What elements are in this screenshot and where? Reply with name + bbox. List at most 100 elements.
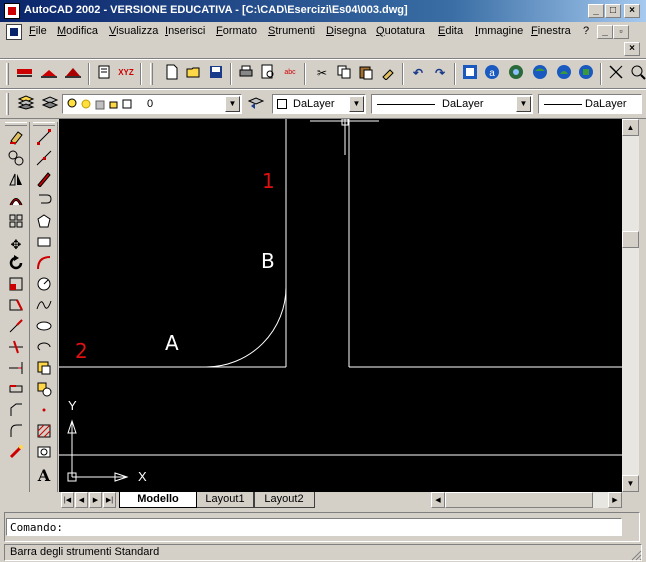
offset-icon[interactable] <box>5 192 27 213</box>
point-icon[interactable] <box>33 402 55 423</box>
new-icon[interactable] <box>162 64 182 84</box>
menu-modifica[interactable]: Modifica <box>57 25 98 37</box>
circle-icon[interactable] <box>33 276 55 297</box>
menu-quotatura[interactable]: Quotatura <box>376 25 425 37</box>
line-icon[interactable] <box>33 129 55 150</box>
network-icon[interactable] <box>576 64 596 84</box>
document-icon[interactable] <box>6 24 22 40</box>
make-object-layer-current-icon[interactable] <box>40 94 60 114</box>
revision-cloud-icon[interactable] <box>33 339 55 360</box>
menu-file[interactable]: File <box>29 25 47 37</box>
array-icon[interactable] <box>5 213 27 234</box>
draw-order-icon[interactable] <box>15 64 35 84</box>
open-icon[interactable] <box>184 64 204 84</box>
internet-icon[interactable] <box>530 64 550 84</box>
layers-icon[interactable] <box>16 94 36 114</box>
hatch-icon[interactable] <box>33 423 55 444</box>
scroll-left-button[interactable]: ◀ <box>431 492 445 508</box>
extend-icon[interactable] <box>5 360 27 381</box>
minimize-window-button[interactable]: _ <box>588 4 604 18</box>
autocad-app-icon[interactable] <box>4 3 20 19</box>
hyperlink-icon[interactable] <box>460 64 480 84</box>
today-icon[interactable]: a <box>482 64 502 84</box>
menu-formato[interactable]: Formato <box>216 25 257 37</box>
construction-line-icon[interactable] <box>33 150 55 171</box>
redo-icon[interactable]: ↷ <box>430 64 450 84</box>
menu-help[interactable]: ? <box>583 25 589 37</box>
lengthen-icon[interactable] <box>5 318 27 339</box>
menu-immagine[interactable]: Immagine <box>475 25 523 37</box>
menu-visualizza[interactable]: Visualizza <box>109 25 158 37</box>
layer-previous-icon[interactable] <box>246 94 266 114</box>
fillet-icon[interactable] <box>5 423 27 444</box>
layer-tool-icon[interactable] <box>39 64 59 84</box>
tab-layout2[interactable]: Layout2 <box>253 492 315 508</box>
make-block-icon[interactable] <box>33 381 55 402</box>
stretch-icon[interactable] <box>5 297 27 318</box>
polyline-icon[interactable] <box>33 171 55 192</box>
tab-modello[interactable]: Modello <box>119 492 197 508</box>
toolbar-grip[interactable] <box>5 122 27 126</box>
maximize-window-button[interactable]: □ <box>605 4 621 18</box>
undo-icon[interactable]: ↶ <box>408 64 428 84</box>
rectangle-icon[interactable] <box>33 213 55 234</box>
layer-previous-icon[interactable] <box>63 64 83 84</box>
paste-icon[interactable] <box>356 64 376 84</box>
scroll-down-button[interactable]: ▼ <box>622 475 639 492</box>
command-line-input[interactable]: Comando: <box>6 518 622 536</box>
arc-icon[interactable] <box>33 255 55 276</box>
cursor-icon[interactable] <box>606 64 626 84</box>
toolbar-grip[interactable] <box>150 63 153 85</box>
next-tab-button[interactable]: ▶ <box>89 492 102 508</box>
document-restore-button[interactable]: ▫ <box>613 25 629 39</box>
ellipse-icon[interactable] <box>33 318 55 339</box>
menu-finestra[interactable]: Finestra <box>531 25 571 37</box>
explode-icon[interactable] <box>5 444 27 465</box>
menu-edita[interactable]: Edita <box>438 25 463 37</box>
drawing-svg[interactable] <box>59 119 622 492</box>
scroll-up-button[interactable]: ▲ <box>622 119 639 136</box>
document-minimize-button[interactable]: _ <box>597 25 613 39</box>
linetype-control-dropdown[interactable]: DaLayer ▼ <box>371 94 533 114</box>
menu-strumenti[interactable]: Strumenti <box>268 25 315 37</box>
menu-disegna[interactable]: Disegna <box>326 25 366 37</box>
move-icon[interactable]: ✥ <box>5 234 27 255</box>
menu-inserisci[interactable]: Inserisci <box>165 25 205 37</box>
toolbar-grip[interactable] <box>33 122 55 126</box>
chamfer-icon[interactable] <box>5 402 27 423</box>
publish-icon[interactable] <box>554 64 574 84</box>
last-tab-button[interactable]: ▶| <box>103 492 116 508</box>
copy-icon[interactable] <box>334 64 354 84</box>
print-preview-icon[interactable] <box>258 64 278 84</box>
copy-object-icon[interactable] <box>5 150 27 171</box>
spline-icon[interactable] <box>33 297 55 318</box>
print-icon[interactable] <box>236 64 256 84</box>
zoom-realtime-icon[interactable] <box>628 64 646 84</box>
save-icon[interactable] <box>206 64 226 84</box>
tab-layout1[interactable]: Layout1 <box>195 492 255 508</box>
rotate-icon[interactable] <box>5 255 27 276</box>
chevron-down-icon[interactable]: ▼ <box>225 96 240 112</box>
toolbar-grip[interactable] <box>6 93 9 115</box>
layer-control-dropdown[interactable]: 0 ▼ <box>62 94 242 114</box>
break-icon[interactable] <box>5 381 27 402</box>
trim-icon[interactable] <box>5 339 27 360</box>
drawing-canvas[interactable]: 1 2 A B Y X <box>59 119 622 492</box>
horizontal-scrollbar[interactable]: ◀ ▶ <box>431 492 622 508</box>
scroll-right-button[interactable]: ▶ <box>608 492 622 508</box>
vertical-scrollbar[interactable]: ▲ ▼ <box>622 119 639 492</box>
scale-icon[interactable] <box>5 276 27 297</box>
lineweight-control-dropdown[interactable]: DaLayer <box>538 94 642 114</box>
document-close-button[interactable]: × <box>624 42 640 56</box>
multiline-text-icon[interactable]: A <box>33 465 55 486</box>
chevron-down-icon[interactable]: ▼ <box>516 96 531 112</box>
block-insert-icon[interactable] <box>33 360 55 381</box>
region-icon[interactable] <box>33 444 55 465</box>
rectangle-shape-icon[interactable] <box>33 234 55 255</box>
title-bar[interactable]: AutoCAD 2002 - VERSIONE EDUCATIVA - [C:\… <box>0 0 646 22</box>
horizontal-scroll-thumb[interactable] <box>445 492 593 508</box>
chevron-down-icon[interactable]: ▼ <box>349 96 364 112</box>
properties-icon[interactable] <box>94 64 114 84</box>
previous-tab-button[interactable]: ◀ <box>75 492 88 508</box>
erase-icon[interactable] <box>5 129 27 150</box>
